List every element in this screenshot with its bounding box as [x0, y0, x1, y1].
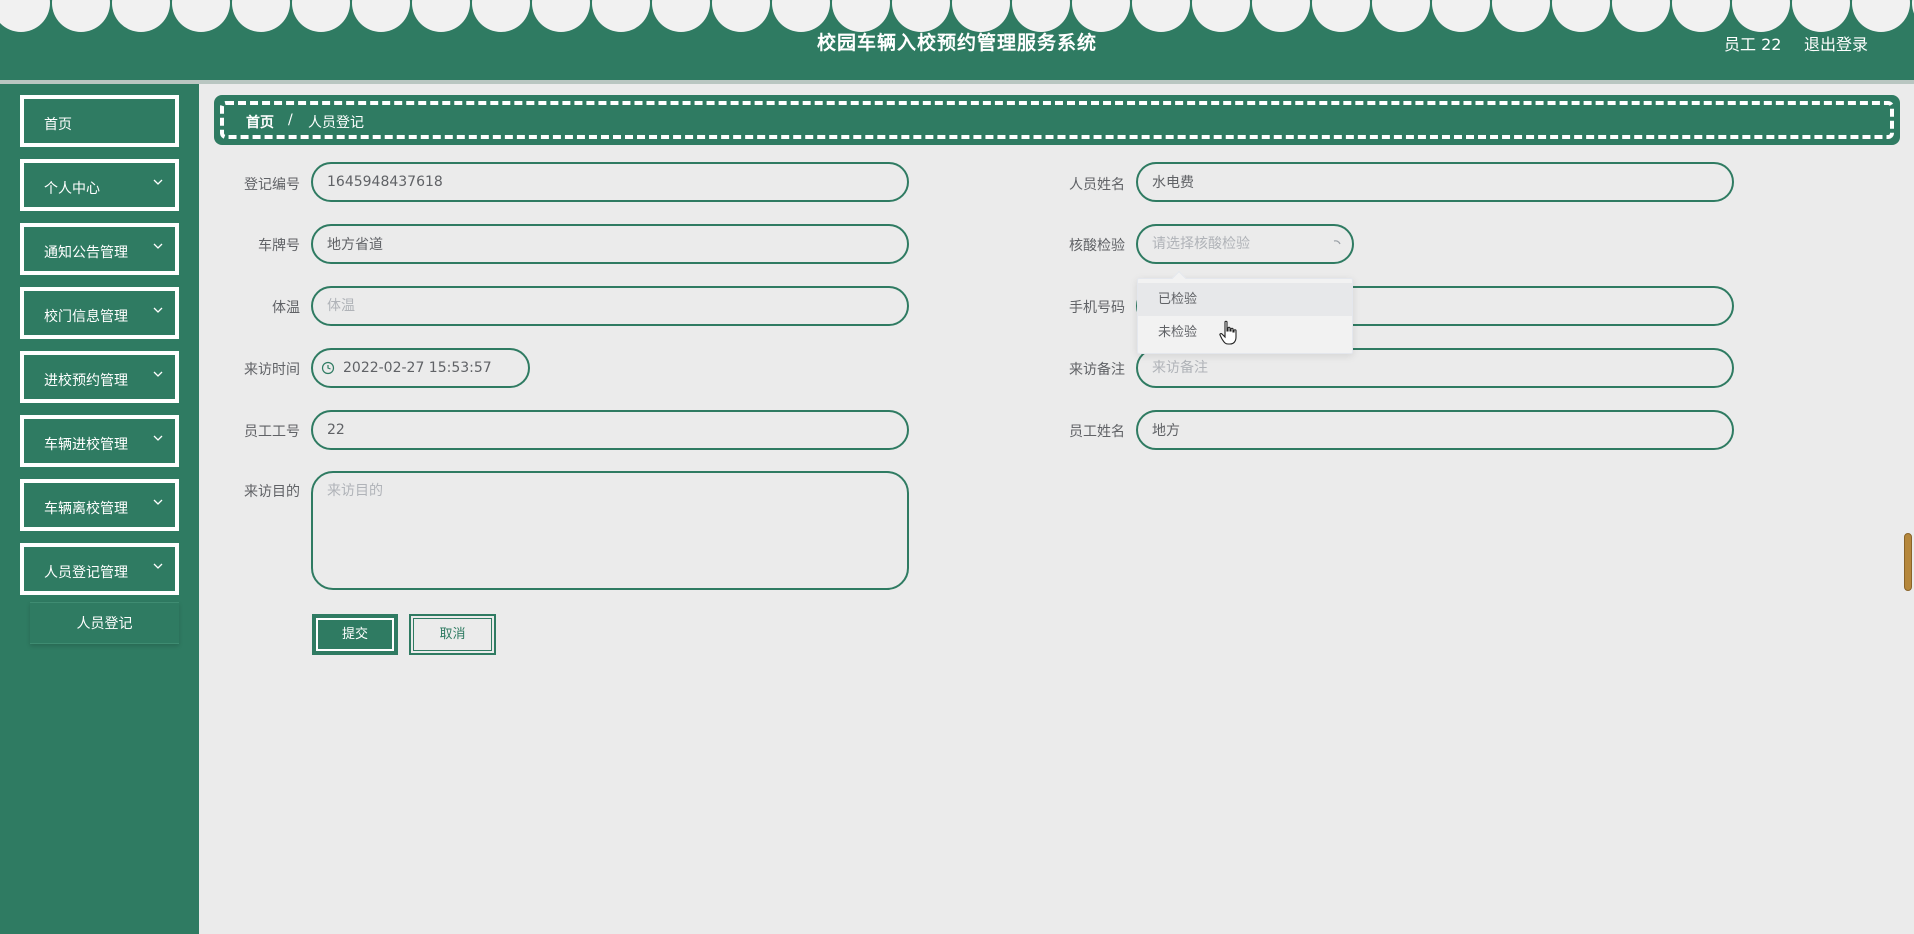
- plate-input[interactable]: [311, 224, 909, 264]
- sidebar-item-personal-center[interactable]: 个人中心: [20, 159, 179, 211]
- plate-label: 车牌号: [258, 238, 300, 254]
- sidebar-item-label: 人员登记管理: [44, 565, 128, 581]
- sidebar-item-label: 校门信息管理: [44, 309, 128, 325]
- submenu-item-person-registration[interactable]: 人员登记: [30, 602, 179, 644]
- person-name-label: 人员姓名: [1069, 177, 1125, 193]
- temperature-label: 体温: [272, 300, 300, 316]
- reg-no-label: 登记编号: [244, 177, 300, 193]
- breadcrumb-home-link[interactable]: 首页: [246, 112, 274, 132]
- breadcrumb-separator: /: [288, 112, 293, 128]
- sidebar-item-label: 车辆离校管理: [44, 501, 128, 517]
- sidebar-item-person-registration-management[interactable]: 人员登记管理: [20, 543, 179, 595]
- reg-no-input[interactable]: [311, 162, 909, 202]
- sidebar-item-vehicle-exit-management[interactable]: 车辆离校管理: [20, 479, 179, 531]
- current-user-label: 员工 22: [1724, 35, 1782, 54]
- sidebar-item-notice-management[interactable]: 通知公告管理: [20, 223, 179, 275]
- staff-no-label: 员工工号: [244, 424, 300, 440]
- purpose-label: 来访目的: [244, 484, 300, 500]
- chevron-down-icon: [151, 367, 165, 385]
- visit-time-label: 来访时间: [244, 362, 300, 378]
- cancel-button[interactable]: 取消: [409, 614, 496, 655]
- clock-icon: [321, 361, 335, 375]
- sidebar-item-label: 进校预约管理: [44, 373, 128, 389]
- sidebar-item-label: 车辆进校管理: [44, 437, 128, 453]
- sidebar-item-label: 首页: [44, 117, 72, 133]
- visit-note-input[interactable]: [1136, 348, 1734, 388]
- person-name-input[interactable]: [1136, 162, 1734, 202]
- sidebar-item-gate-management[interactable]: 校门信息管理: [20, 287, 179, 339]
- spinner-icon: [1331, 238, 1343, 250]
- chevron-down-icon: [151, 495, 165, 513]
- nucleic-test-dropdown: 已检验 未检验: [1137, 270, 1353, 354]
- chevron-down-icon: [151, 303, 165, 321]
- app-title: 校园车辆入校预约管理服务系统: [816, 32, 1097, 54]
- submit-button[interactable]: 提交: [312, 614, 398, 655]
- sidebar-item-home[interactable]: 首页: [20, 95, 179, 147]
- dropdown-option[interactable]: 已检验: [1138, 283, 1352, 316]
- sidebar-item-label: 个人中心: [44, 181, 100, 197]
- staff-no-input[interactable]: [311, 410, 909, 450]
- header-divider: [0, 80, 1914, 84]
- visit-time-picker[interactable]: [311, 348, 530, 388]
- chevron-down-icon: [151, 431, 165, 449]
- visit-note-label: 来访备注: [1069, 362, 1125, 378]
- breadcrumb-frame: 首页 / 人员登记: [220, 101, 1894, 139]
- chevron-down-icon: [151, 559, 165, 577]
- logout-link[interactable]: 退出登录: [1804, 31, 1868, 55]
- top-header: 校园车辆入校预约管理服务系统 员工 22 退出登录: [0, 0, 1914, 82]
- nucleic-test-placeholder: 请选择核酸检验: [1152, 236, 1250, 252]
- hand-cursor-icon: [1219, 320, 1239, 346]
- chevron-down-icon: [151, 239, 165, 257]
- staff-name-label: 员工姓名: [1069, 424, 1125, 440]
- temperature-input[interactable]: [311, 286, 909, 326]
- chevron-down-icon: [151, 175, 165, 193]
- scrollbar-thumb[interactable]: [1904, 533, 1912, 591]
- sidebar-item-reservation-management[interactable]: 进校预约管理: [20, 351, 179, 403]
- breadcrumb: 首页 / 人员登记: [214, 95, 1900, 145]
- purpose-textarea[interactable]: [311, 471, 909, 590]
- sidebar-item-label: 通知公告管理: [44, 245, 128, 261]
- breadcrumb-current: 人员登记: [308, 115, 364, 131]
- sidebar: 首页 个人中心 通知公告管理 校门信息管理 进校预约管理 车辆进校管理 车辆离校…: [0, 84, 199, 934]
- nucleic-test-label: 核酸检验: [1069, 238, 1125, 254]
- sidebar-item-vehicle-entry-management[interactable]: 车辆进校管理: [20, 415, 179, 467]
- dropdown-option[interactable]: 未检验: [1138, 316, 1352, 349]
- phone-label: 手机号码: [1069, 300, 1125, 316]
- staff-name-input[interactable]: [1136, 410, 1734, 450]
- nucleic-test-select[interactable]: 请选择核酸检验: [1136, 224, 1354, 264]
